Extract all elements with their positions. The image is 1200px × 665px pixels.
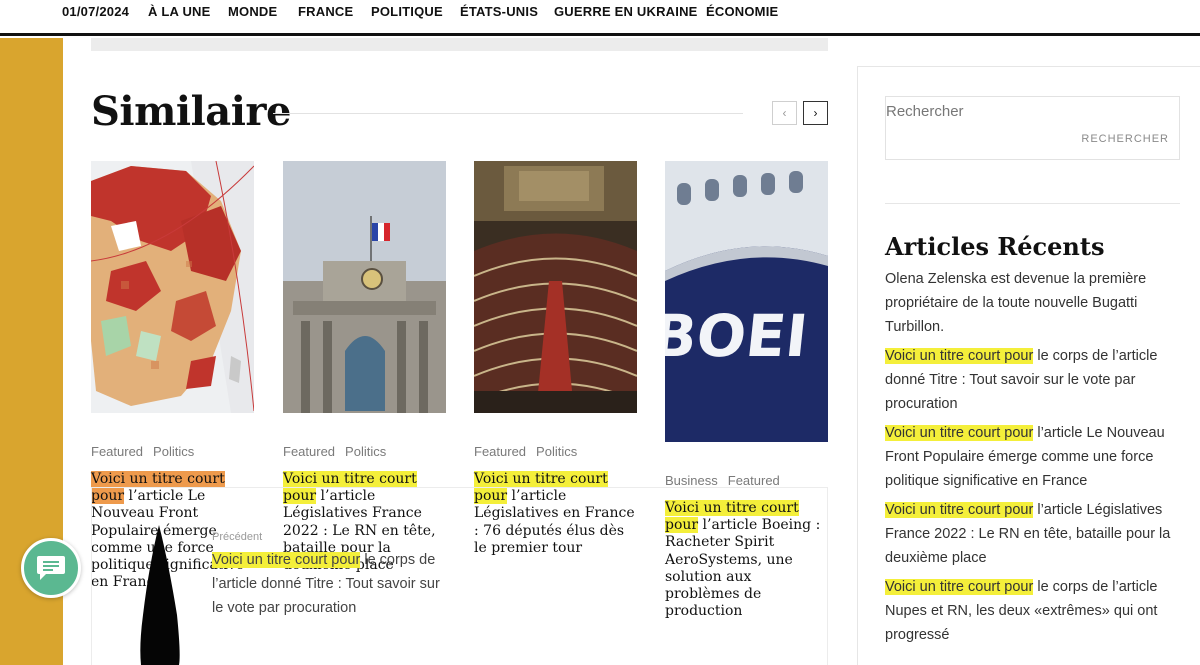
nav-item-guerre-en-ukraine[interactable]: GUERRE EN UKRAINE <box>554 4 698 19</box>
similaire-heading: Similaire <box>91 88 291 135</box>
nav-item-france[interactable]: FRANCE <box>298 4 353 19</box>
sidebar-divider <box>885 203 1180 204</box>
black-overlay-shape <box>140 525 180 665</box>
carousel-next-button[interactable]: › <box>803 101 828 125</box>
recent-article-item: Voici un titre court pour l’article Le N… <box>885 421 1175 493</box>
nav-item-monde[interactable]: MONDE <box>228 4 277 19</box>
title-highlight: Voici un titre court pour <box>885 579 1034 595</box>
previous-post-box <box>91 487 828 665</box>
nav-item-a-la-une[interactable]: À LA UNE <box>148 4 211 19</box>
recent-articles-heading: Articles Récents <box>885 232 1105 261</box>
card-categories: Featured Politics <box>91 444 204 459</box>
content-top-bar <box>91 38 828 51</box>
boeing-image: BOEI <box>665 161 828 442</box>
search-input[interactable] <box>886 100 1086 122</box>
chevron-right-icon: › <box>813 106 818 120</box>
map-image <box>91 161 254 413</box>
recent-article-link[interactable]: Voici un titre court pour le corps de l’… <box>885 579 1157 643</box>
facade-image <box>283 161 446 413</box>
card-image-hemicycle[interactable] <box>474 161 637 413</box>
top-navigation: 01/07/2024 À LA UNE MONDE FRANCE POLITIQ… <box>0 0 1200 36</box>
category-link[interactable]: Politics <box>536 444 577 459</box>
hemicycle-image <box>474 161 637 413</box>
carousel-prev-button[interactable]: ‹ <box>772 101 797 125</box>
category-link[interactable]: Business <box>665 473 718 488</box>
title-rest: Olena Zelenska est devenue la première p… <box>885 271 1147 335</box>
recent-article-link[interactable]: Voici un titre court pour l’article Le N… <box>885 425 1165 489</box>
previous-label: Précédent <box>212 531 263 543</box>
chevron-left-icon: ‹ <box>782 106 787 120</box>
recent-article-link[interactable]: Olena Zelenska est devenue la première p… <box>885 271 1146 335</box>
recent-article-item: Voici un titre court pour le corps de l’… <box>885 575 1175 647</box>
recent-article-item: Olena Zelenska est devenue la première p… <box>885 267 1175 339</box>
category-link[interactable]: Featured <box>283 444 335 459</box>
chat-button[interactable] <box>21 538 81 598</box>
nav-date: 01/07/2024 <box>62 4 130 19</box>
search-button[interactable]: RECHERCHER <box>1081 133 1169 145</box>
category-link[interactable]: Politics <box>345 444 386 459</box>
previous-post-link[interactable]: Voici un titre court pour le corps de l’… <box>212 548 452 620</box>
title-highlight: Voici un titre court pour <box>885 502 1034 518</box>
recent-article-link[interactable]: Voici un titre court pour le corps de l’… <box>885 348 1157 412</box>
title-highlight: Voici un titre court pour <box>885 348 1034 364</box>
svg-text:BOEI: BOEI <box>665 302 811 370</box>
title-highlight: Voici un titre court pour <box>212 552 361 568</box>
card-categories: Business Featured <box>665 473 790 488</box>
card-categories: Featured Politics <box>474 444 587 459</box>
nav-item-politique[interactable]: POLITIQUE <box>371 4 443 19</box>
category-link[interactable]: Featured <box>91 444 143 459</box>
recent-article-link[interactable]: Voici un titre court pour l’article Légi… <box>885 502 1170 566</box>
recent-article-item: Voici un titre court pour le corps de l’… <box>885 344 1175 416</box>
category-link[interactable]: Featured <box>474 444 526 459</box>
heading-divider <box>273 113 743 114</box>
category-link[interactable]: Featured <box>728 473 780 488</box>
nav-item-economie[interactable]: ÉCONOMIE <box>706 4 778 19</box>
category-link[interactable]: Politics <box>153 444 194 459</box>
card-image-map[interactable] <box>91 161 254 413</box>
nav-item-etats-unis[interactable]: ÉTATS-UNIS <box>460 4 538 19</box>
card-image-boeing[interactable]: BOEI <box>665 161 828 442</box>
title-highlight: Voici un titre court pour <box>885 425 1034 441</box>
chat-bubble-icon <box>37 556 65 580</box>
card-categories: Featured Politics <box>283 444 396 459</box>
search-widget: RECHERCHER <box>885 96 1180 160</box>
recent-article-item: Voici un titre court pour l’article Légi… <box>885 498 1175 570</box>
card-image-facade[interactable] <box>283 161 446 413</box>
